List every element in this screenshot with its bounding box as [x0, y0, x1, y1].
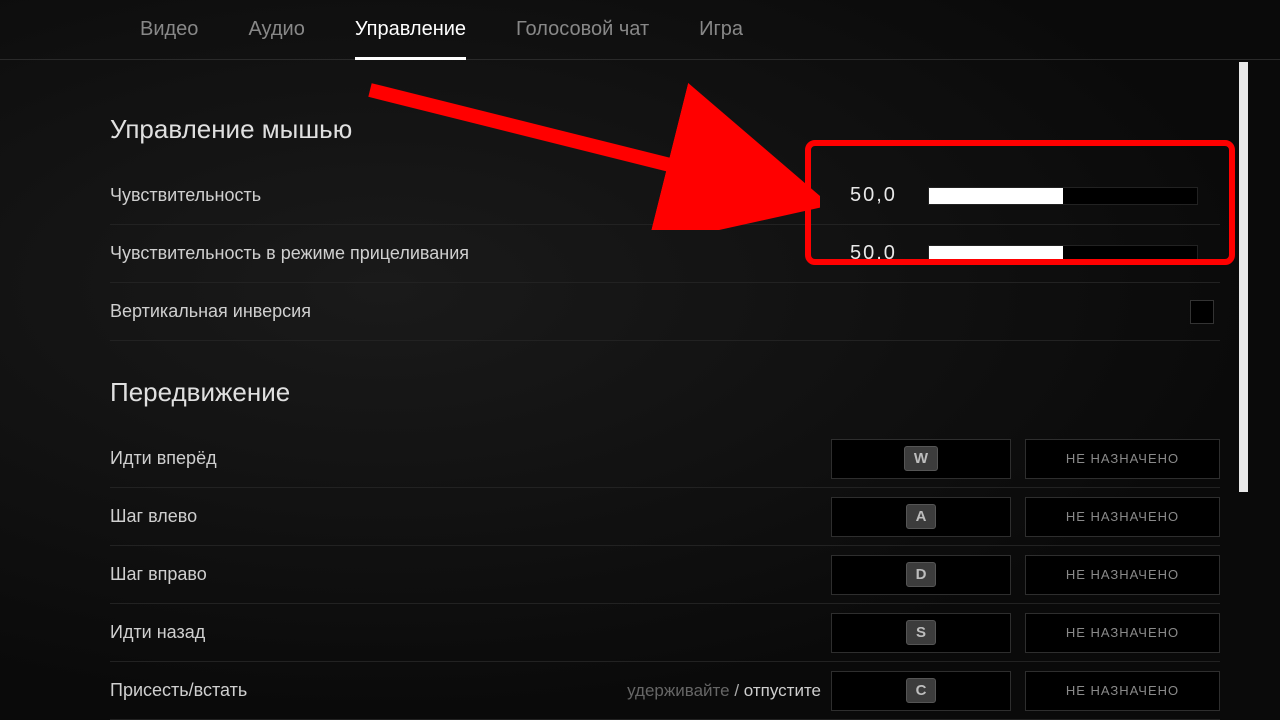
row-move-forward: Идти вперёд W НЕ НАЗНАЧЕНО [110, 430, 1220, 488]
hint-crouch: удерживайте / отпустите [627, 681, 821, 701]
slider-sensitivity[interactable] [928, 187, 1198, 205]
row-move-back: Идти назад S НЕ НАЗНАЧЕНО [110, 604, 1220, 662]
keycap-move-forward: W [904, 446, 938, 471]
checkbox-invert-y[interactable] [1190, 300, 1214, 324]
label-ads-sensitivity: Чувствительность в режиме прицеливания [110, 243, 850, 264]
tab-audio[interactable]: Аудио [248, 18, 304, 59]
settings-tabs: Видео Аудио Управление Голосовой чат Игр… [0, 0, 1280, 60]
tab-video[interactable]: Видео [140, 18, 198, 59]
row-invert-y: Вертикальная инверсия [110, 283, 1220, 341]
label-strafe-right: Шаг вправо [110, 564, 831, 585]
bind-primary-strafe-left[interactable]: A [831, 497, 1011, 537]
bind-secondary-move-forward[interactable]: НЕ НАЗНАЧЕНО [1025, 439, 1220, 479]
bind-primary-strafe-right[interactable]: D [831, 555, 1011, 595]
bind-primary-crouch[interactable]: C [831, 671, 1011, 711]
bind-secondary-strafe-left[interactable]: НЕ НАЗНАЧЕНО [1025, 497, 1220, 537]
tab-voicechat[interactable]: Голосовой чат [516, 18, 649, 59]
section-title-movement: Передвижение [110, 377, 1220, 408]
row-crouch: Присесть/встать удерживайте / отпустите … [110, 662, 1220, 720]
row-sensitivity: Чувствительность 50,0 [110, 167, 1220, 225]
label-move-back: Идти назад [110, 622, 831, 643]
label-move-forward: Идти вперёд [110, 448, 831, 469]
keycap-strafe-left: A [906, 504, 937, 529]
label-strafe-left: Шаг влево [110, 506, 831, 527]
value-ads-sensitivity: 50,0 [850, 242, 910, 265]
tab-game[interactable]: Игра [699, 18, 743, 59]
bind-primary-move-back[interactable]: S [831, 613, 1011, 653]
bind-secondary-move-back[interactable]: НЕ НАЗНАЧЕНО [1025, 613, 1220, 653]
bind-primary-move-forward[interactable]: W [831, 439, 1011, 479]
tab-controls[interactable]: Управление [355, 18, 466, 59]
label-invert-y: Вертикальная инверсия [110, 301, 1190, 322]
bind-secondary-strafe-right[interactable]: НЕ НАЗНАЧЕНО [1025, 555, 1220, 595]
row-strafe-right: Шаг вправо D НЕ НАЗНАЧЕНО [110, 546, 1220, 604]
settings-panel: Управление мышью Чувствительность 50,0 Ч… [0, 60, 1280, 720]
value-sensitivity: 50,0 [850, 184, 910, 207]
keycap-crouch: C [906, 678, 937, 703]
row-strafe-left: Шаг влево A НЕ НАЗНАЧЕНО [110, 488, 1220, 546]
row-ads-sensitivity: Чувствительность в режиме прицеливания 5… [110, 225, 1220, 283]
bind-secondary-crouch[interactable]: НЕ НАЗНАЧЕНО [1025, 671, 1220, 711]
label-sensitivity: Чувствительность [110, 185, 850, 206]
label-crouch: Присесть/встать [110, 680, 627, 701]
keycap-move-back: S [906, 620, 936, 645]
scrollbar[interactable] [1239, 62, 1248, 492]
keycap-strafe-right: D [906, 562, 937, 587]
slider-ads-sensitivity[interactable] [928, 245, 1198, 263]
section-title-mouse: Управление мышью [110, 114, 1220, 145]
